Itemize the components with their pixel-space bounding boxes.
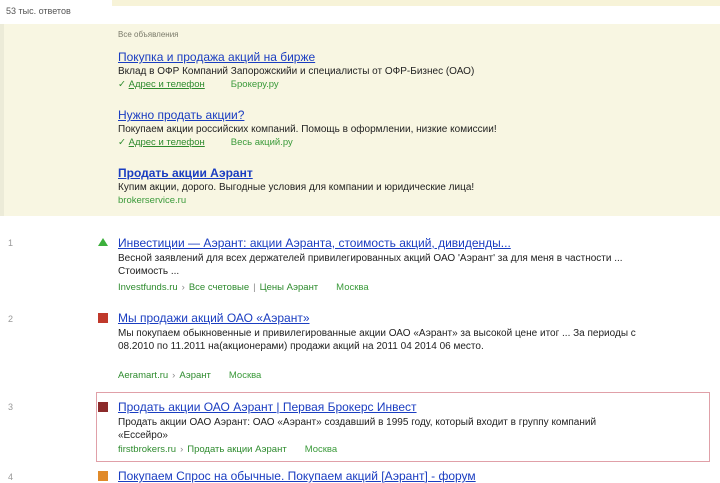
result-title-link[interactable]: Мы продажи акций ОАО «Аэрант» (118, 311, 310, 325)
result-title-link[interactable]: Покупаем Спрос на обычные. Покупаем акци… (118, 469, 476, 483)
result-path-link[interactable]: Аэрант (179, 370, 211, 381)
result-snippet: Мы покупаем обыкновенные и привилегирова… (118, 328, 636, 352)
ad-links: brokerservice.ru (118, 195, 678, 206)
result-domain-link[interactable]: Aeramart.ru (118, 370, 168, 381)
result-snippet: Продать акции ОАО Аэрант: ОАО «Аэрант» с… (118, 417, 597, 441)
ads-label: Все объявления (118, 30, 179, 39)
ad-address-link[interactable]: Адрес и телефон (129, 137, 205, 148)
result-number: 3 (8, 402, 14, 412)
ad-domain[interactable]: Весь акций.ру (231, 137, 293, 148)
ad-domain[interactable]: brokerservice.ru (118, 195, 186, 206)
results-count: 53 тыс. ответов (6, 6, 71, 16)
result-meta: firstbrokers.ru › Продать акции Аэрант Моск… (118, 444, 338, 455)
result-path-link[interactable]: Цены Аэрант (260, 282, 319, 293)
ad-item: Продать акции Аэрант Купим акции, дорого… (118, 166, 678, 206)
result-region: Москва (228, 370, 262, 381)
result-number: 2 (8, 314, 14, 324)
result-snippet: Весной заявлений для всех держателей при… (118, 253, 623, 277)
ad-domain[interactable]: Брокеру.ру (231, 79, 279, 90)
top-strip (0, 0, 720, 22)
ad-address-link[interactable]: Адрес и телефон (129, 79, 205, 90)
ad-links: ✓ Адрес и телефон Весь акций.ру (118, 137, 293, 148)
result-path-link[interactable]: Все счетовые (189, 282, 249, 293)
ad-title-link[interactable]: Продать акции Аэрант (118, 166, 678, 180)
ad-text: Купим акции, дорого. Выгодные условия дл… (118, 182, 475, 193)
result-meta: Investfunds.ru › Все счетовые | Цены Аэрант М… (118, 282, 369, 293)
result-meta: Aeramart.ru › Аэрант Москва (118, 370, 262, 381)
result-region: Москва (304, 444, 338, 455)
ads-block: Все объявления Покупка и продажа акций н… (0, 24, 720, 216)
top-highlight-bar (112, 0, 720, 6)
green-triangle-icon (98, 238, 108, 246)
result-domain-link[interactable]: Investfunds.ru (118, 282, 178, 293)
red-square-icon (98, 313, 108, 323)
ads-edge (0, 24, 4, 216)
result-title-link[interactable]: Инвестиции — Аэрант: акции Аэранта, стои… (118, 236, 511, 250)
ad-text: Вклад в ОФР Компаний Запорожскийи и спец… (118, 66, 475, 77)
dark-square-icon (98, 402, 108, 412)
ad-links: ✓ Адрес и телефон Брокеру.ру (118, 79, 279, 90)
result-title-link[interactable]: Продать акции ОАО Аэрант | Первая Брокер… (118, 400, 417, 414)
ad-title-link[interactable]: Покупка и продажа акций на бирже (118, 50, 678, 64)
result-path-link[interactable]: Продать акции Аэрант (187, 444, 286, 455)
result-number: 4 (8, 472, 14, 482)
ad-item: Покупка и продажа акций на бирже Вклад в… (118, 50, 678, 90)
ad-text: Покупаем акции российских компаний. Помо… (118, 124, 497, 135)
ad-item: Нужно продать акции? Покупаем акции росс… (118, 108, 678, 148)
ad-title-link[interactable]: Нужно продать акции? (118, 108, 678, 122)
result-region: Москва (336, 282, 369, 293)
result-number: 1 (8, 238, 14, 248)
result-domain-link[interactable]: firstbrokers.ru (118, 444, 176, 455)
